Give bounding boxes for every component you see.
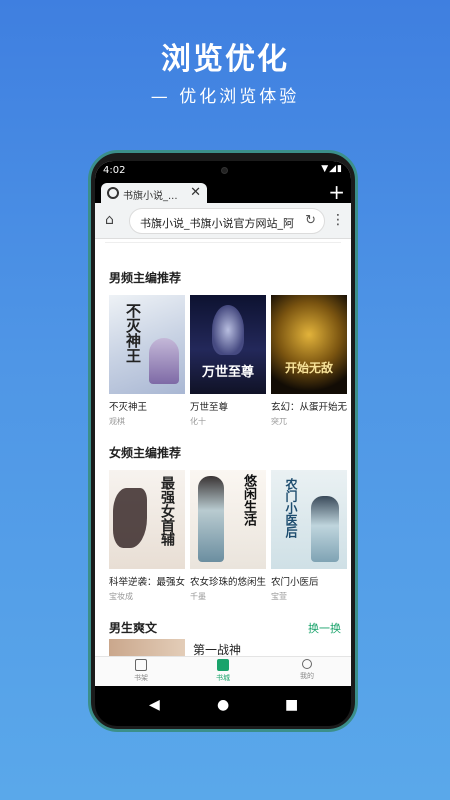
reload-icon[interactable]: ↻	[305, 213, 316, 228]
section-title: 女频主编推荐	[109, 446, 182, 460]
book-name: 科举逆袭：最强女...	[109, 577, 185, 588]
section-title: 男频主编推荐	[109, 271, 182, 285]
book-card[interactable]: 悠闲生活 农女珍珠的悠闲生... 千墨	[190, 470, 266, 602]
book-name: 农女珍珠的悠闲生...	[190, 577, 266, 588]
status-icons: ▼◢▮	[321, 164, 343, 174]
new-tab-icon[interactable]: +	[328, 180, 345, 204]
home-icon[interactable]: ⌂	[105, 212, 114, 228]
browser-toolbar: ⌂ 书旗小说_书旗小说官方网站_阿 ↻ ⋮	[95, 203, 351, 239]
bookstore-icon	[217, 659, 229, 671]
bottom-nav: 书架 书城 我的	[95, 656, 351, 686]
url-text: 书旗小说_书旗小说官方网站_阿	[140, 217, 294, 230]
book-author: 化十	[190, 417, 206, 426]
browser-tab[interactable]: 书旗小说_... ✕	[101, 183, 207, 203]
site-favicon-icon	[107, 187, 119, 199]
list-item-title[interactable]: 第一战神	[193, 641, 241, 656]
list-item-cover[interactable]	[109, 639, 185, 656]
section-title: 男生爽文	[109, 621, 158, 635]
url-field[interactable]: 书旗小说_书旗小说官方网站_阿 ↻	[129, 208, 325, 234]
book-cover: 最强女首辅	[109, 470, 185, 569]
book-cover: 万世至尊	[190, 295, 266, 394]
nav-label: 书架	[134, 674, 148, 682]
back-icon[interactable]: ◀	[149, 697, 160, 713]
camera-icon	[221, 167, 228, 174]
book-name: 万世至尊	[190, 402, 229, 413]
tab-title: 书旗小说_...	[123, 191, 178, 202]
book-author: 突兀	[271, 417, 287, 426]
cover-title: 开始无敌	[284, 361, 333, 375]
book-author: 观棋	[109, 417, 125, 426]
divider	[105, 239, 341, 243]
system-nav-bar: ◀ ● ■	[95, 686, 351, 726]
book-card[interactable]: 最强女首辅 科举逆袭：最强女... 宝妆成	[109, 470, 185, 602]
cover-title: 不灭神王	[124, 303, 142, 363]
book-cover: 农门小医后	[271, 470, 347, 569]
book-cover: 不灭神王	[109, 295, 185, 394]
cover-title: 万世至尊	[201, 365, 254, 380]
recents-icon[interactable]: ■	[285, 697, 298, 713]
nav-item-bookshelf[interactable]: 书架	[121, 659, 161, 683]
book-author: 千墨	[190, 592, 206, 601]
nav-item-bookstore[interactable]: 书城	[203, 659, 243, 683]
bookshelf-icon	[135, 659, 147, 671]
cover-title: 农门小医后	[284, 478, 298, 538]
book-name: 不灭神王	[109, 402, 148, 413]
nav-label: 书城	[216, 674, 230, 682]
book-cover: 悠闲生活	[190, 470, 266, 569]
browser-tab-strip: 书旗小说_... ✕ +	[95, 180, 351, 204]
book-card[interactable]: 农门小医后 农门小医后 宝萱	[271, 470, 347, 602]
person-icon	[302, 659, 312, 669]
cover-title: 悠闲生活	[241, 474, 256, 526]
book-name: 玄幻：从蛋开始无...	[271, 402, 347, 413]
book-card[interactable]: 开始无敌 玄幻：从蛋开始无... 突兀	[271, 295, 347, 427]
status-bar: 4:02 ▼◢▮	[95, 161, 351, 181]
promo-title: 浏览优化	[161, 42, 289, 77]
book-card[interactable]: 万世至尊 万世至尊 化十	[190, 295, 266, 427]
book-name: 农门小医后	[271, 577, 319, 588]
phone-screen: 4:02 ▼◢▮ 书旗小说_... ✕ + ⌂ 书旗小说_书旗小说官方网站_阿 …	[95, 161, 351, 686]
page-content: 男频主编推荐 不灭神王 不灭神王 观棋 万世至尊 万世至尊 化十 开始无敌 玄幻…	[95, 239, 351, 656]
book-cover: 开始无敌	[271, 295, 347, 394]
promo-subtitle: — 优化浏览体验	[150, 87, 300, 107]
book-author: 宝萱	[271, 592, 287, 601]
cover-title: 最强女首辅	[159, 476, 175, 546]
tab-close-icon[interactable]: ✕	[190, 185, 201, 200]
status-time: 4:02	[103, 165, 126, 176]
refresh-link[interactable]: 换一换	[308, 620, 341, 636]
book-card[interactable]: 不灭神王 不灭神王 观棋	[109, 295, 185, 427]
menu-icon[interactable]: ⋮	[331, 212, 345, 228]
home-button-icon[interactable]: ●	[217, 697, 229, 713]
nav-label: 我的	[300, 672, 314, 680]
book-author: 宝妆成	[109, 592, 133, 601]
phone-frame: 4:02 ▼◢▮ 书旗小说_... ✕ + ⌂ 书旗小说_书旗小说官方网站_阿 …	[88, 150, 358, 732]
nav-item-profile[interactable]: 我的	[287, 659, 327, 681]
